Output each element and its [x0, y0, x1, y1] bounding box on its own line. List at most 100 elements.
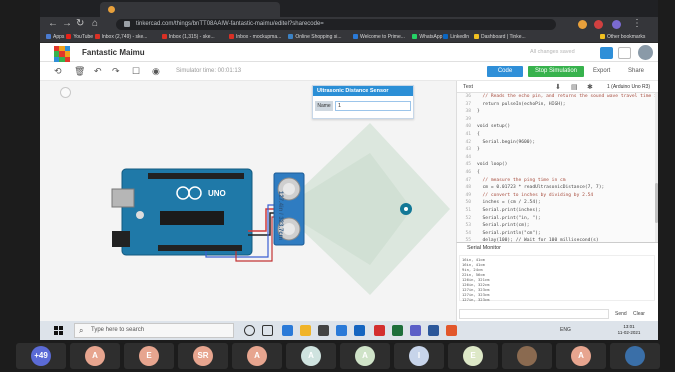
- bookmark-item[interactable]: WhatsApp: [412, 32, 442, 43]
- word-icon[interactable]: [428, 325, 439, 336]
- code-line[interactable]: 52 Serial.print("in, ");: [457, 215, 655, 223]
- redo-icon[interactable]: ↷: [112, 66, 120, 77]
- code-scrollbar[interactable]: [655, 93, 658, 242]
- participant-tile[interactable]: A: [286, 343, 336, 369]
- code-line[interactable]: 46 {: [457, 169, 655, 177]
- extension-icon[interactable]: [578, 20, 587, 29]
- code-mode-select[interactable]: Text: [463, 81, 473, 93]
- bookmark-item[interactable]: Inbox (2,749) - ske...: [94, 32, 147, 43]
- send-button[interactable]: Send: [615, 309, 627, 319]
- browser-tab-strip: [40, 0, 658, 17]
- participant-tile[interactable]: I: [394, 343, 444, 369]
- url-field[interactable]: tinkercad.com/things/bnTT08AAIW-fantasti…: [116, 19, 556, 30]
- code-line[interactable]: 54 Serial.println("cm");: [457, 230, 655, 238]
- notes-icon[interactable]: ☐: [132, 66, 140, 77]
- browser-tab[interactable]: [100, 2, 280, 17]
- windows-start-icon[interactable]: [54, 326, 63, 335]
- participant-tile[interactable]: +49: [16, 343, 66, 369]
- code-line[interactable]: 53 Serial.print(cm);: [457, 222, 655, 230]
- bookmarks-bar: Other bookmarks Apps YouTube Inbox (2,749)…: [40, 32, 658, 43]
- board-select[interactable]: 1 (Arduino Uno R3): [607, 81, 650, 93]
- code-line[interactable]: 41 {: [457, 131, 655, 139]
- participant-tile[interactable]: SR: [178, 343, 228, 369]
- scroll-thumb[interactable]: [655, 183, 658, 223]
- code-line[interactable]: 44: [457, 154, 655, 162]
- bookmark-item[interactable]: Inbox - mockupma...: [229, 32, 281, 43]
- taskbar-search[interactable]: ⌕ Type here to search: [74, 323, 234, 338]
- task-view-icon[interactable]: [262, 325, 273, 336]
- back-icon[interactable]: ←: [48, 18, 58, 30]
- forward-icon[interactable]: →: [62, 18, 72, 30]
- code-editor[interactable]: 36 // Reads the echo pin, and returns th…: [457, 93, 655, 242]
- file-explorer-icon[interactable]: [300, 325, 311, 336]
- tinkercad-logo[interactable]: [54, 46, 70, 62]
- participant-tile[interactable]: [610, 343, 660, 369]
- participant-avatar: I: [409, 346, 429, 366]
- clear-button[interactable]: Clear: [633, 309, 645, 319]
- participant-tile[interactable]: A: [232, 343, 282, 369]
- project-title[interactable]: Fantastic Maimu: [82, 43, 145, 62]
- code-line[interactable]: 49 // convert to inches by dividing by 2…: [457, 192, 655, 200]
- participant-tile[interactable]: A: [340, 343, 390, 369]
- tinkercad-header: Fantastic Maimu All changes saved: [40, 43, 658, 62]
- edge-icon[interactable]: [282, 325, 293, 336]
- extension-icon[interactable]: [594, 20, 603, 29]
- app-icon[interactable]: [354, 325, 365, 336]
- code-line[interactable]: 40 void setup(): [457, 123, 655, 131]
- participant-tile[interactable]: A: [70, 343, 120, 369]
- chrome-icon[interactable]: [374, 325, 385, 336]
- code-line[interactable]: 48 cm = 0.01723 * readUltrasonicDistance…: [457, 184, 655, 192]
- serial-input[interactable]: [459, 309, 609, 319]
- code-button[interactable]: Code: [487, 66, 523, 77]
- export-button[interactable]: Export: [593, 66, 610, 77]
- menu-icon[interactable]: ⋮: [632, 18, 642, 30]
- excel-icon[interactable]: [392, 325, 403, 336]
- bookmark-item[interactable]: Apps: [46, 32, 64, 43]
- visibility-icon[interactable]: ◉: [152, 66, 160, 77]
- delete-icon[interactable]: 🗑: [74, 66, 85, 77]
- code-line[interactable]: 45 void loop(): [457, 161, 655, 169]
- reload-icon[interactable]: ↻: [76, 18, 84, 30]
- user-avatar[interactable]: [638, 45, 653, 60]
- code-line[interactable]: 36 // Reads the echo pin, and returns th…: [457, 93, 655, 101]
- participant-tile[interactable]: E: [124, 343, 174, 369]
- participant-tile[interactable]: A: [556, 343, 606, 369]
- upload-icon[interactable]: ▤: [571, 82, 578, 93]
- share-button[interactable]: Share: [628, 66, 644, 77]
- code-line[interactable]: 38}: [457, 108, 655, 116]
- circuit-view-button[interactable]: [600, 47, 613, 59]
- code-line[interactable]: 42 Serial.begin(9600);: [457, 139, 655, 147]
- serial-monitor-title[interactable]: Serial Monitor: [467, 243, 501, 253]
- stop-simulation-button[interactable]: Stop Simulation: [528, 66, 584, 77]
- teams-icon[interactable]: [410, 325, 421, 336]
- other-bookmarks[interactable]: Other bookmarks: [600, 32, 645, 43]
- app-icon[interactable]: [446, 325, 457, 336]
- bookmark-item[interactable]: Dashboard | Tinke...: [474, 32, 526, 43]
- participant-tile[interactable]: [502, 343, 552, 369]
- undo-icon[interactable]: ↶: [94, 66, 102, 77]
- bookmark-item[interactable]: Welcome to Prime...: [353, 32, 405, 43]
- store-icon[interactable]: [318, 325, 329, 336]
- taskbar-clock[interactable]: 13:01 11-02-2021: [614, 324, 644, 336]
- rotate-icon[interactable]: ⟲: [54, 66, 62, 77]
- cortana-icon[interactable]: [244, 325, 255, 336]
- code-line[interactable]: 51 Serial.print(inches);: [457, 207, 655, 215]
- participant-tile[interactable]: E: [448, 343, 498, 369]
- code-line[interactable]: 50 inches = (cm / 2.54);: [457, 199, 655, 207]
- debug-icon[interactable]: ✱: [587, 82, 593, 93]
- bookmark-item[interactable]: Online Shopping si...: [288, 32, 342, 43]
- code-line[interactable]: 39: [457, 116, 655, 124]
- name-input[interactable]: 1: [335, 101, 411, 111]
- bookmark-item[interactable]: YouTube: [66, 32, 93, 43]
- home-icon[interactable]: ⌂: [92, 18, 98, 30]
- bookmark-item[interactable]: Inbox (1,315) - ske...: [161, 32, 215, 43]
- bookmark-item[interactable]: LinkedIn: [443, 32, 469, 43]
- code-line[interactable]: 37 return pulseIn(echoPin, HIGH);: [457, 101, 655, 109]
- list-view-button[interactable]: [618, 47, 631, 59]
- system-tray[interactable]: ENG: [560, 321, 571, 340]
- download-icon[interactable]: ⬇: [555, 82, 561, 93]
- mail-icon[interactable]: [336, 325, 347, 336]
- code-line[interactable]: 43}: [457, 146, 655, 154]
- code-line[interactable]: 47 // measure the ping time in cm: [457, 177, 655, 185]
- profile-icon[interactable]: [612, 20, 621, 29]
